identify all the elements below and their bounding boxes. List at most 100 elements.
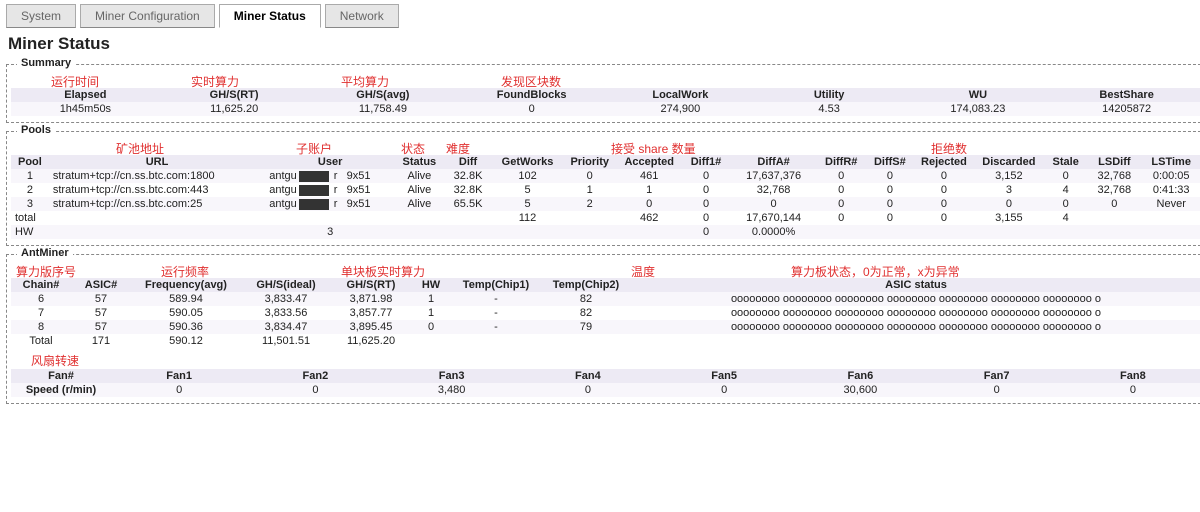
pool-td-1-5: 5 [492, 183, 562, 197]
pool-td-0-9: 17,637,376 [730, 169, 817, 183]
pools-th-11: DiffS# [866, 155, 915, 169]
th-ghs-avg: GH/S(avg) [309, 88, 458, 102]
pool-td-0-7: 461 [617, 169, 682, 183]
ant-tot-td-0: Total [11, 334, 71, 348]
ant-td-0-2: 589.94 [131, 292, 241, 306]
summary-annotations: 运行时间 实时算力 平均算力 发现区块数 [11, 73, 1200, 88]
pools-header-row: PoolURLUserStatusDiffGetWorksPriorityAcc… [11, 155, 1200, 169]
pool-td-0-6: 0 [563, 169, 617, 183]
ant-td-0-1: 57 [71, 292, 131, 306]
pools-th-2: User [265, 155, 395, 169]
pool-tot-td-1-5 [492, 225, 562, 239]
ant-td-0-7: 82 [541, 292, 631, 306]
tab-network[interactable]: Network [325, 4, 399, 28]
anno-asic: 算力板状态，0为正常，x为异常 [791, 263, 960, 280]
pool-tot-td-1-12 [914, 225, 974, 239]
th-ghs-rt: GH/S(RT) [160, 88, 309, 102]
pool-td-0-10: 0 [817, 169, 866, 183]
pools-th-12: Rejected [914, 155, 974, 169]
pool-tot-td-0-0: total [11, 211, 49, 225]
ant-tot-td-2: 590.12 [131, 334, 241, 348]
pool-tot-td-0-1 [49, 211, 265, 225]
pool-td-0-2: antgu r 9x51 [265, 169, 395, 183]
ant-td-1-1: 57 [71, 306, 131, 320]
fan-th-7: Fan7 [929, 369, 1065, 383]
pool-td-1-0: 2 [11, 183, 49, 197]
ant-row-1: 757590.053,833.563,857.771-82oooooooo oo… [11, 306, 1200, 320]
ant-th-5: HW [411, 278, 451, 292]
pool-tot-td-1-7 [617, 225, 682, 239]
pool-tot-td-0-3 [395, 211, 444, 225]
fan-th-3: Fan3 [384, 369, 520, 383]
ant-row-2: 857590.363,834.473,895.450-79oooooooo oo… [11, 320, 1200, 334]
pool-td-1-1: stratum+tcp://cn.ss.btc.com:443 [49, 183, 265, 197]
fans-table: Fan#Fan1Fan2Fan3Fan4Fan5Fan6Fan7Fan8 Spe… [11, 369, 1200, 397]
th-foundblocks: FoundBlocks [457, 88, 606, 102]
ant-td-1-2: 590.05 [131, 306, 241, 320]
anno-rejected: 拒绝数 [931, 140, 967, 157]
pool-td-2-15: 0 [1087, 197, 1141, 211]
anno-pool-url: 矿池地址 [116, 140, 164, 157]
th-elapsed: Elapsed [11, 88, 160, 102]
pool-td-2-14: 0 [1044, 197, 1087, 211]
th-localwork: LocalWork [606, 88, 755, 102]
tab-system[interactable]: System [6, 4, 76, 28]
pools-th-7: Accepted [617, 155, 682, 169]
td-ghs-avg: 11,758.49 [309, 102, 458, 116]
pools-th-1: URL [49, 155, 265, 169]
anno-fan: 风扇转速 [31, 352, 79, 369]
pool-td-2-11: 0 [866, 197, 915, 211]
pool-td-2-4: 65.5K [444, 197, 493, 211]
ant-td-2-7: 79 [541, 320, 631, 334]
pool-tot-td-0-15 [1087, 211, 1141, 225]
pool-tot-td-1-15 [1087, 225, 1141, 239]
pool-td-1-2: antgu r 9x51 [265, 183, 395, 197]
td-utility: 4.53 [755, 102, 904, 116]
pool-tot-td-0-13: 3,155 [974, 211, 1044, 225]
ant-td-2-6: - [451, 320, 541, 334]
pool-tot-td-1-0: HW [11, 225, 49, 239]
ant-td-2-5: 0 [411, 320, 451, 334]
antminer-header-row: Chain#ASIC#Frequency(avg)GH/S(ideal)GH/S… [11, 278, 1200, 292]
fan-th-6: Fan6 [792, 369, 928, 383]
pool-td-2-0: 3 [11, 197, 49, 211]
ant-th-8: ASIC status [631, 278, 1200, 292]
pool-row-2: 3stratum+tcp://cn.ss.btc.com:25antgu r 9… [11, 197, 1200, 211]
tab-miner-status[interactable]: Miner Status [219, 4, 321, 28]
ant-td-2-0: 8 [11, 320, 71, 334]
td-ghs-rt: 11,625.20 [160, 102, 309, 116]
pools-legend: Pools [17, 124, 55, 136]
pool-td-0-12: 0 [914, 169, 974, 183]
pool-tot-td-0-5: 112 [492, 211, 562, 225]
pool-tot-td-1-4 [444, 225, 493, 239]
summary-fieldset: Summary 运行时间 实时算力 平均算力 发现区块数 Elapsed GH/… [6, 64, 1200, 123]
pool-td-2-13: 0 [974, 197, 1044, 211]
ant-row-0: 657589.943,833.473,871.981-82oooooooo oo… [11, 292, 1200, 306]
pool-total-1: HW300.0000% [11, 225, 1200, 239]
pool-td-1-16: 0:41:33 [1141, 183, 1200, 197]
pool-total-0: total112462017,670,1440003,1554 [11, 211, 1200, 225]
pool-tot-td-0-7: 462 [617, 211, 682, 225]
anno-status: 状态 [401, 140, 425, 157]
pool-td-0-8: 0 [682, 169, 731, 183]
fan-th-8: Fan8 [1065, 369, 1200, 383]
antminer-fieldset: AntMiner 算力版序号 运行频率 单块板实时算力 温度 算力板状态，0为正… [6, 254, 1200, 404]
ant-td-0-8: oooooooo oooooooo oooooooo oooooooo oooo… [631, 292, 1200, 306]
ant-th-7: Temp(Chip2) [541, 278, 631, 292]
pool-tot-td-1-16 [1141, 225, 1200, 239]
pool-td-0-5: 102 [492, 169, 562, 183]
pool-td-1-15: 32,768 [1087, 183, 1141, 197]
pools-th-9: DiffA# [730, 155, 817, 169]
fan-td-6: 30,600 [792, 383, 928, 397]
td-localwork: 274,900 [606, 102, 755, 116]
ant-td-1-3: 3,833.56 [241, 306, 331, 320]
pool-td-2-7: 0 [617, 197, 682, 211]
tab-miner-configuration[interactable]: Miner Configuration [80, 4, 215, 28]
ant-th-6: Temp(Chip1) [451, 278, 541, 292]
ant-td-1-8: oooooooo oooooooo oooooooo oooooooo oooo… [631, 306, 1200, 320]
td-elapsed: 1h45m50s [11, 102, 160, 116]
pool-tot-td-0-9: 17,670,144 [730, 211, 817, 225]
ant-td-1-6: - [451, 306, 541, 320]
pool-td-2-8: 0 [682, 197, 731, 211]
pool-td-1-9: 32,768 [730, 183, 817, 197]
